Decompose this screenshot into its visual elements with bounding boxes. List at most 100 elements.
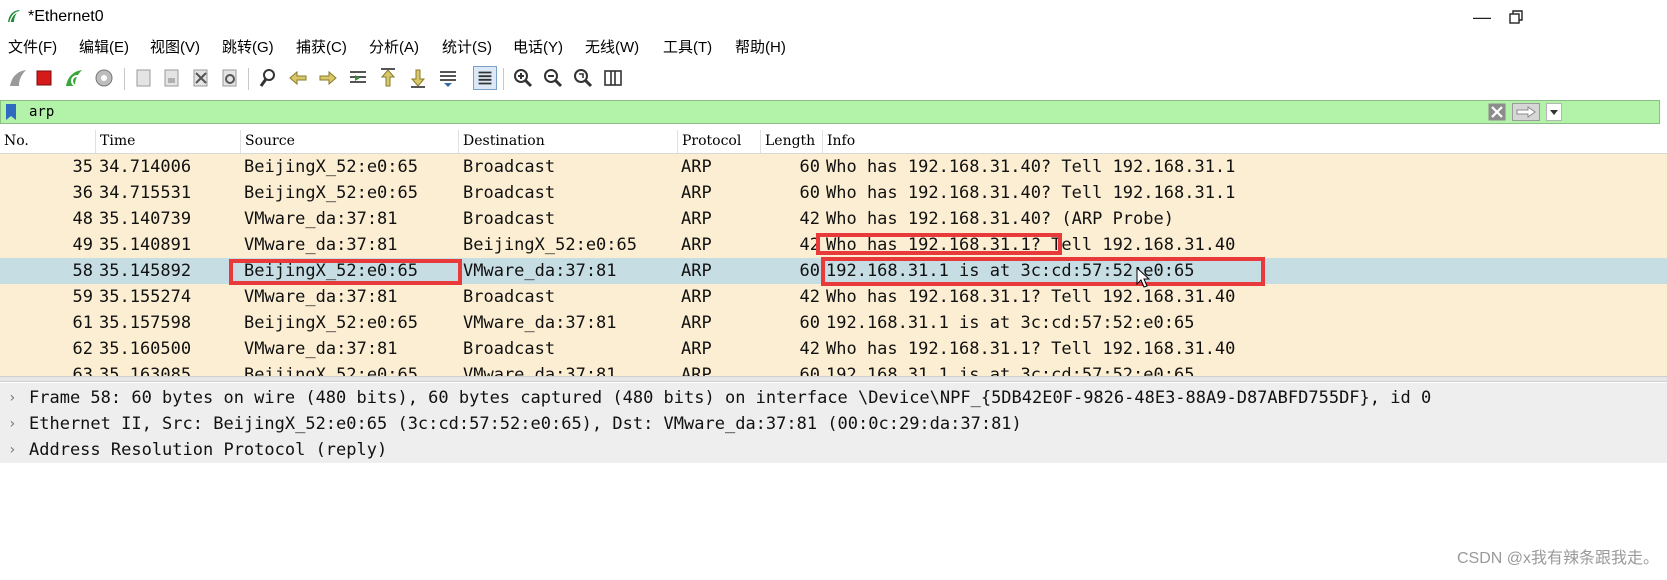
- bookmark-icon[interactable]: [3, 103, 19, 121]
- column-header-source[interactable]: Source: [240, 130, 458, 153]
- menu-analyze[interactable]: 分析(A): [369, 36, 419, 60]
- title-bar: *Ethernet0 —: [0, 0, 1667, 34]
- packet-protocol: ARP: [681, 313, 712, 333]
- column-header-time[interactable]: Time: [95, 130, 240, 153]
- chevron-down-icon[interactable]: [1546, 103, 1562, 121]
- packet-time: 35.155274: [99, 287, 192, 307]
- packet-source: VMware_da:37:81: [244, 209, 398, 229]
- packet-length: 42: [799, 287, 820, 307]
- menu-tools[interactable]: 工具(T): [663, 36, 712, 60]
- packet-destination: Broadcast: [463, 209, 556, 229]
- display-filter-bar: [0, 100, 1660, 124]
- menu-view[interactable]: 视图(V): [150, 36, 200, 60]
- go-to-packet-icon[interactable]: [346, 66, 370, 90]
- packet-protocol: ARP: [681, 235, 712, 255]
- packet-row[interactable]: 61 35.157598 BeijingX_52:e0:65 VMware_da…: [0, 310, 1667, 336]
- menu-statistics[interactable]: 统计(S): [442, 36, 492, 60]
- column-header-destination[interactable]: Destination: [458, 130, 677, 153]
- detail-arp[interactable]: › Address Resolution Protocol (reply): [0, 437, 1667, 463]
- packet-no: 59: [72, 287, 93, 307]
- column-header-info[interactable]: Info: [822, 130, 1667, 153]
- packet-row[interactable]: 36 34.715531 BeijingX_52:e0:65 Broadcast…: [0, 180, 1667, 206]
- menu-wireless[interactable]: 无线(W): [585, 36, 639, 60]
- zoom-out-icon[interactable]: [541, 66, 565, 90]
- mouse-cursor-icon: [1136, 267, 1150, 288]
- zoom-in-icon[interactable]: [511, 66, 535, 90]
- resize-columns-icon[interactable]: [601, 66, 625, 90]
- save-file-icon[interactable]: [160, 66, 184, 90]
- find-packet-icon[interactable]: [256, 66, 280, 90]
- auto-scroll-icon[interactable]: [436, 66, 460, 90]
- packet-length: 60: [799, 313, 820, 333]
- pane-splitter[interactable]: [0, 376, 1667, 382]
- open-file-icon[interactable]: [132, 66, 156, 90]
- column-header-no[interactable]: No.: [0, 130, 95, 153]
- detail-text: Frame 58: 60 bytes on wire (480 bits), 6…: [29, 388, 1432, 408]
- menu-go[interactable]: 跳转(G): [222, 36, 274, 60]
- menu-help[interactable]: 帮助(H): [735, 36, 786, 60]
- chevron-right-icon[interactable]: ›: [8, 385, 20, 411]
- close-file-icon[interactable]: [189, 66, 213, 90]
- packet-source: VMware_da:37:81: [244, 339, 398, 359]
- packet-no: 48: [72, 209, 93, 229]
- last-packet-icon[interactable]: [406, 66, 430, 90]
- packet-destination: VMware_da:37:81: [463, 261, 617, 281]
- packet-source: BeijingX_52:e0:65: [244, 365, 418, 376]
- go-back-icon[interactable]: [286, 66, 310, 90]
- packet-destination: Broadcast: [463, 287, 556, 307]
- first-packet-icon[interactable]: [376, 66, 400, 90]
- packet-info: Who has 192.168.31.1? Tell 192.168.31.40: [826, 339, 1236, 359]
- detail-ethernet[interactable]: › Ethernet II, Src: BeijingX_52:e0:65 (3…: [0, 411, 1667, 437]
- packet-row[interactable]: 48 35.140739 VMware_da:37:81 Broadcast A…: [0, 206, 1667, 232]
- menu-edit[interactable]: 编辑(E): [79, 36, 129, 60]
- menu-file[interactable]: 文件(F): [8, 36, 57, 60]
- detail-text: Address Resolution Protocol (reply): [29, 440, 388, 460]
- column-header-protocol[interactable]: Protocol: [677, 130, 760, 153]
- wireshark-logo-icon: [8, 10, 20, 23]
- packet-row[interactable]: 62 35.160500 VMware_da:37:81 Broadcast A…: [0, 336, 1667, 362]
- column-header-length[interactable]: Length: [760, 130, 822, 153]
- packet-no: 35: [72, 157, 93, 177]
- go-forward-icon[interactable]: [316, 66, 340, 90]
- shark-fin-start-icon[interactable]: [6, 66, 30, 90]
- packet-length: 60: [799, 261, 820, 281]
- menu-telephony[interactable]: 电话(Y): [513, 36, 563, 60]
- packet-destination: BeijingX_52:e0:65: [463, 235, 637, 255]
- stop-capture-icon[interactable]: [32, 66, 56, 90]
- packet-length: 60: [799, 365, 820, 376]
- packet-protocol: ARP: [681, 339, 712, 359]
- packet-destination: VMware_da:37:81: [463, 313, 617, 333]
- packet-no: 36: [72, 183, 93, 203]
- restart-capture-icon[interactable]: [62, 66, 86, 90]
- packet-time: 35.157598: [99, 313, 192, 333]
- packet-details-pane: › Frame 58: 60 bytes on wire (480 bits),…: [0, 383, 1667, 463]
- normal-size-icon[interactable]: [571, 66, 595, 90]
- packet-no: 61: [72, 313, 93, 333]
- capture-options-icon[interactable]: [92, 66, 116, 90]
- packet-length: 42: [799, 339, 820, 359]
- reload-file-icon[interactable]: [218, 66, 242, 90]
- toolbar-separator: [503, 68, 504, 90]
- packet-row[interactable]: 63 35.163085 BeijingX_52:e0:65 VMware_da…: [0, 362, 1667, 376]
- chevron-right-icon[interactable]: ›: [8, 411, 20, 437]
- packet-time: 35.163085: [99, 365, 192, 376]
- packet-no: 49: [72, 235, 93, 255]
- packet-no: 63: [72, 365, 93, 376]
- restore-button[interactable]: [1494, 4, 1538, 30]
- watermark: CSDN @x我有辣条跟我走。: [1456, 550, 1659, 567]
- detail-frame[interactable]: › Frame 58: 60 bytes on wire (480 bits),…: [0, 385, 1667, 411]
- detail-text: Ethernet II, Src: BeijingX_52:e0:65 (3c:…: [29, 414, 1022, 434]
- clear-filter-icon[interactable]: [1488, 103, 1506, 121]
- packet-row[interactable]: 35 34.714006 BeijingX_52:e0:65 Broadcast…: [0, 154, 1667, 180]
- menu-capture[interactable]: 捕获(C): [296, 36, 347, 60]
- apply-filter-arrow-icon[interactable]: [1512, 103, 1540, 121]
- colorize-icon[interactable]: [473, 66, 497, 90]
- packet-protocol: ARP: [681, 365, 712, 376]
- packet-info: Who has 192.168.31.40? Tell 192.168.31.1: [826, 157, 1236, 177]
- chevron-right-icon[interactable]: ›: [8, 437, 20, 463]
- packet-row[interactable]: 59 35.155274 VMware_da:37:81 Broadcast A…: [0, 284, 1667, 310]
- packet-protocol: ARP: [681, 183, 712, 203]
- display-filter-input[interactable]: [29, 101, 1469, 123]
- packet-source: BeijingX_52:e0:65: [244, 183, 418, 203]
- packet-no: 58: [72, 261, 93, 281]
